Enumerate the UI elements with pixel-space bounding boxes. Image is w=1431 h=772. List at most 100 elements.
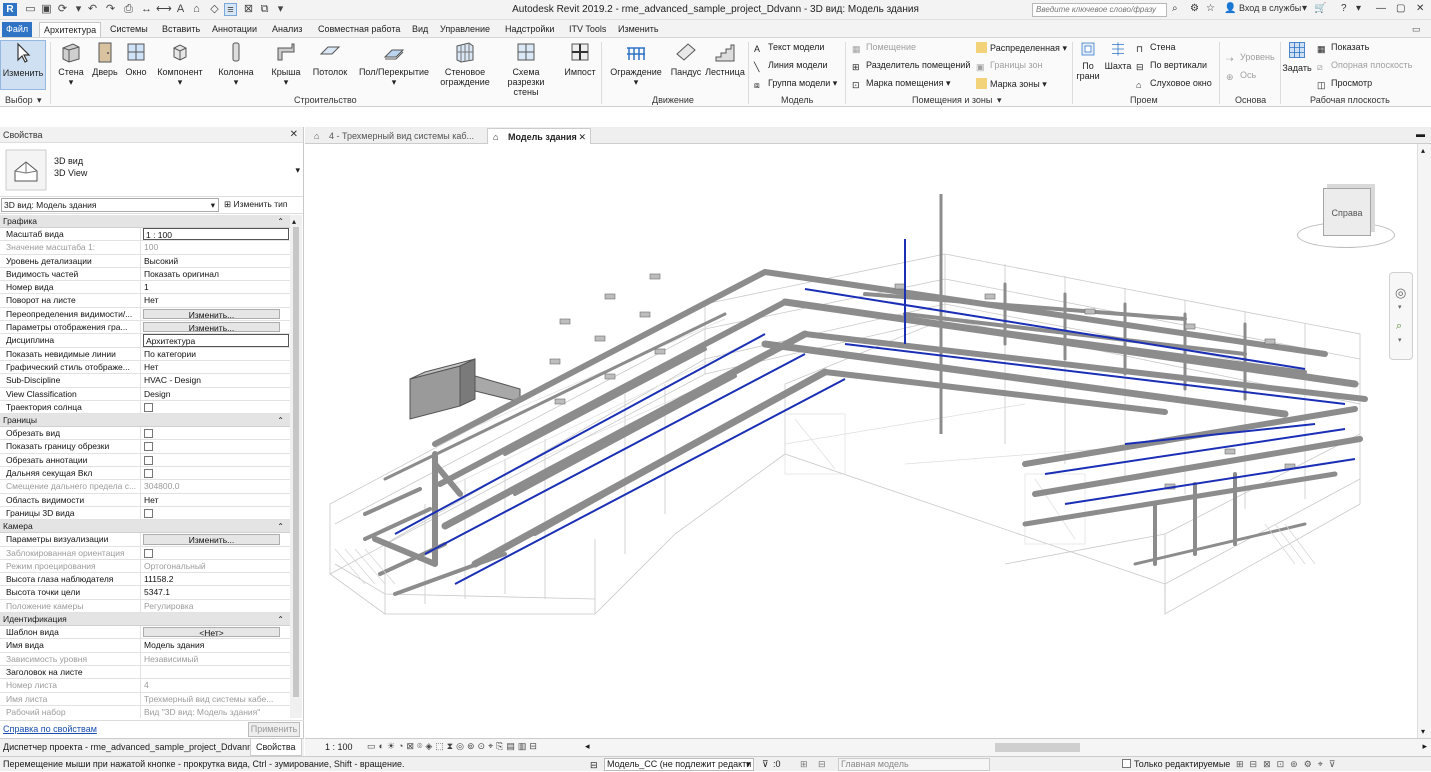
property-row[interactable]: Поворот на листе Нет <box>0 294 290 308</box>
property-value[interactable]: Модель здания <box>140 639 290 652</box>
edit-type-button[interactable]: ⊞ Изменить тип <box>224 199 287 210</box>
close-icon[interactable]: ✕ <box>578 129 586 145</box>
show-workplane-button[interactable]: ▦ Показать <box>1317 42 1369 55</box>
property-row[interactable]: Параметры визуализации Изменить... <box>0 533 290 547</box>
property-value-button[interactable]: <Нет> <box>140 626 290 639</box>
property-row[interactable]: Обрезать вид <box>0 427 290 441</box>
property-row[interactable]: Показать границу обрезки <box>0 440 290 454</box>
dormer-button[interactable]: ⌂ Слуховое окно <box>1136 78 1212 91</box>
property-value[interactable]: 11158.2 <box>140 573 290 586</box>
maximize-icon[interactable]: ▢ <box>1396 3 1405 14</box>
property-value-input[interactable]: Архитектура <box>140 334 290 347</box>
checkbox[interactable] <box>144 442 153 452</box>
close-icon[interactable]: ✕ <box>1416 3 1424 14</box>
property-checkbox[interactable] <box>140 400 290 414</box>
group-rooms-title[interactable]: Помещения и зоны <box>912 95 992 105</box>
property-row[interactable]: Высота точки цели 5347.1 <box>0 586 290 600</box>
level-button[interactable]: ⇢ Уровень <box>1226 52 1275 65</box>
property-value[interactable]: Нет <box>140 493 290 506</box>
property-value[interactable]: Нет <box>140 294 290 307</box>
property-value-button[interactable]: Изменить... <box>140 533 290 546</box>
property-value[interactable]: 1 <box>140 281 290 294</box>
property-row[interactable]: Режим проецирования Ортогональный <box>0 559 290 574</box>
property-row[interactable]: Дисциплина Архитектура <box>0 334 290 348</box>
by-face-button[interactable]: По грани <box>1074 40 1102 81</box>
steering-dropdown-icon[interactable]: ▾ <box>1398 303 1402 311</box>
subscription-icon[interactable]: ⚙ <box>1190 3 1199 14</box>
minimize-icon[interactable]: — <box>1376 3 1386 14</box>
ref-plane-button[interactable]: ⧄ Опорная плоскость <box>1317 60 1412 73</box>
type-dropdown-icon[interactable]: ▾ <box>295 165 300 176</box>
collapse-icon[interactable]: ⌃ <box>277 520 284 533</box>
tab-itv-tools[interactable]: ITV Tools <box>565 22 610 37</box>
component-button[interactable]: Компонент ▾ <box>154 40 206 87</box>
property-row[interactable]: Шаблон вида <Нет> <box>0 626 290 640</box>
design-option-select[interactable]: Главная модель <box>838 758 990 771</box>
tab-file[interactable]: Файл <box>2 22 32 37</box>
property-checkbox[interactable] <box>140 506 290 520</box>
property-row[interactable]: Границы 3D вида <box>0 506 290 521</box>
checkbox[interactable] <box>144 508 153 518</box>
wall-button[interactable]: Стена ▾ <box>56 40 86 87</box>
help-icon[interactable]: ? <box>1341 3 1347 14</box>
group-rooms-dropdown-icon[interactable]: ▾ <box>997 95 1002 106</box>
property-row[interactable]: Имя вида Модель здания <box>0 639 290 653</box>
scroll-up-icon[interactable]: ▴ <box>292 217 296 226</box>
apply-button[interactable]: Применить <box>248 722 300 737</box>
tab-annotate[interactable]: Аннотации <box>208 22 261 37</box>
tab-view[interactable]: Вид <box>408 22 432 37</box>
property-value[interactable] <box>140 665 290 679</box>
property-value[interactable]: Показать оригинал <box>140 267 290 281</box>
tab-analyze[interactable]: Анализ <box>268 22 306 37</box>
property-row[interactable]: Показать невидимые линии По категории <box>0 347 290 361</box>
checkbox[interactable] <box>144 455 153 465</box>
property-row[interactable]: Обрезать аннотации <box>0 453 290 468</box>
modify-button[interactable]: Изменить <box>0 40 46 90</box>
stair-button[interactable]: Лестница <box>704 40 746 77</box>
category-header[interactable]: Границы ⌃ <box>0 414 290 428</box>
property-row[interactable]: Номер вида 1 <box>0 281 290 295</box>
column-button[interactable]: Колонна ▾ <box>216 40 256 87</box>
door-button[interactable]: Дверь <box>90 40 120 77</box>
checkbox[interactable] <box>144 402 153 412</box>
steering-wheel-icon[interactable]: ◎ <box>1395 285 1406 301</box>
tab-modify[interactable]: Изменить <box>614 22 663 37</box>
property-row[interactable]: Область видимости Нет <box>0 493 290 507</box>
tab-collaborate[interactable]: Совместная работа <box>314 22 404 37</box>
property-row[interactable]: Высота глаза наблюдателя 11158.2 <box>0 573 290 587</box>
property-row[interactable]: View Classification Design <box>0 387 290 401</box>
property-value-input[interactable]: 1 : 100 <box>140 228 290 241</box>
property-checkbox[interactable] <box>140 453 290 467</box>
room-separator-button[interactable]: ⊞ Разделитель помещений <box>852 60 970 73</box>
category-header[interactable]: Графика ⌃ <box>0 215 290 228</box>
building-model-3d[interactable] <box>305 144 1417 738</box>
selection-toggle-icons[interactable]: ⊞⊟⊠⊡⊚⚙⌖⊽ <box>1236 757 1341 771</box>
property-value[interactable]: Высокий <box>140 254 290 267</box>
viewcube[interactable]: Справа <box>1297 188 1395 252</box>
tab-architecture[interactable]: Архитектура <box>39 22 102 37</box>
property-value-button[interactable]: Изменить... <box>140 321 290 334</box>
property-row[interactable]: Масштаб вида 1 : 100 <box>0 228 290 242</box>
edit-button[interactable]: <Нет> <box>143 627 280 638</box>
roof-button[interactable]: Крыша ▾ <box>268 40 304 87</box>
category-header[interactable]: Идентификация ⌃ <box>0 613 290 627</box>
property-row[interactable]: Смещение дальнего предела с... 304800.0 <box>0 480 290 494</box>
property-row[interactable]: Номер листа 4 <box>0 679 290 693</box>
horizontal-scroll-thumb[interactable] <box>995 743 1080 752</box>
curtain-grid-button[interactable]: Схема разрезки стены <box>494 40 558 97</box>
checkbox[interactable] <box>144 429 153 439</box>
tab-insert[interactable]: Вставить <box>158 22 204 37</box>
property-value[interactable]: По категории <box>140 347 290 360</box>
binoculars-icon[interactable]: ⌕ <box>1172 3 1178 14</box>
ramp-button[interactable]: Пандус <box>668 40 704 77</box>
close-icon[interactable]: ✕ <box>290 127 298 143</box>
search-input[interactable]: Введите ключевое слово/фразу <box>1032 3 1167 17</box>
zoom-dropdown-icon[interactable]: ▾ <box>1398 336 1402 344</box>
instance-selector[interactable]: 3D вид: Модель здания ▾ <box>1 198 219 212</box>
viewcube-face[interactable]: Справа <box>1323 188 1371 236</box>
area-tag-button[interactable]: Марка зоны ▾ <box>976 78 1047 90</box>
viewer-button[interactable]: ◫ Просмотр <box>1317 78 1372 91</box>
tab-properties[interactable]: Свойства <box>250 739 302 756</box>
3d-view-canvas[interactable]: Справа ◎ ▾ ⌕ ▾ <box>305 144 1417 738</box>
view-tab-cable-3d[interactable]: ⌂ 4 - Трехмерный вид системы каб... <box>309 128 485 144</box>
